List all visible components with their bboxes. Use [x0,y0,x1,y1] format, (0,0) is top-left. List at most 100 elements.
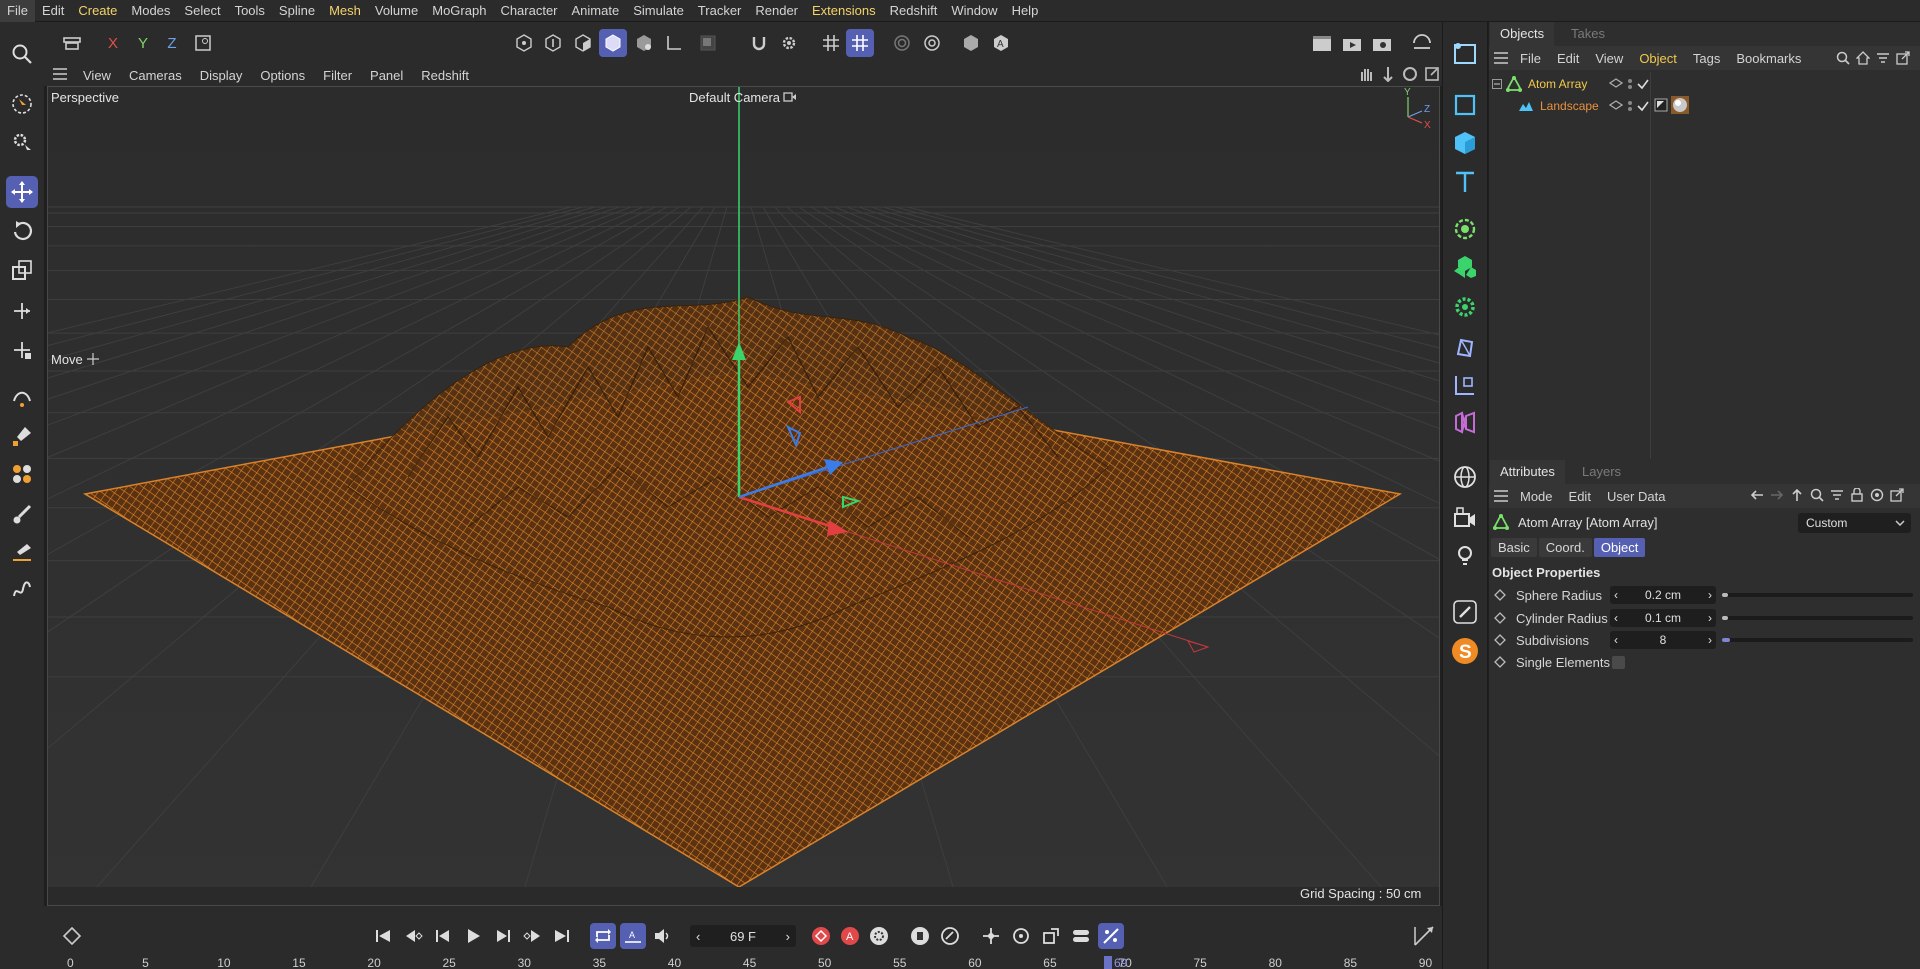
attributes-menu-user-data[interactable]: User Data [1599,489,1674,504]
attributes-menu-mode[interactable]: Mode [1512,489,1561,504]
filter-icon[interactable] [1876,51,1890,65]
render-settings-button[interactable] [918,29,946,57]
keyframe-diamond-icon[interactable] [1494,589,1506,601]
cube-create-button[interactable] [1448,88,1482,122]
visibility-dots-icon[interactable] [1626,77,1634,91]
snap-magnet-button[interactable] [745,29,773,57]
edges-mode-button[interactable] [539,29,567,57]
tab-attributes[interactable]: Attributes [1490,460,1565,484]
preview-range-button[interactable]: A [620,923,646,949]
menu-create[interactable]: Create [71,0,124,22]
render-view-button[interactable] [1308,29,1336,57]
new-panel-icon[interactable] [1896,51,1910,65]
maximize-viewport-icon[interactable] [1424,66,1440,82]
move-tool[interactable] [6,176,38,208]
cloner-tool[interactable] [6,458,38,490]
key-move-button[interactable] [978,923,1004,949]
current-frame-field[interactable]: ‹ 69 F › [690,925,796,947]
subtab-basic[interactable]: Basic [1491,538,1537,557]
phong-tag-icon[interactable] [1654,98,1668,112]
grid-button[interactable] [817,29,845,57]
viewport-menu-panel[interactable]: Panel [361,68,412,83]
search-icon[interactable] [1836,51,1850,65]
axis-mode-button[interactable] [660,29,688,57]
key-pla-button[interactable] [1098,923,1124,949]
hamburger-menu-icon[interactable] [44,67,74,83]
viewport-camera-label[interactable]: Default Camera [689,90,780,105]
subdivisions-field[interactable]: ‹ 8 › [1610,631,1716,649]
menu-mograph[interactable]: MoGraph [425,0,493,22]
preset-dropdown[interactable]: Custom [1798,513,1911,533]
material-manager-button[interactable] [957,29,985,57]
objects-menu-view[interactable]: View [1587,51,1631,66]
menu-animate[interactable]: Animate [565,0,627,22]
workplane-grid-button[interactable] [846,29,874,57]
subtab-object[interactable]: Object [1593,538,1646,557]
object-name-atom-array[interactable]: Atom Array [1528,77,1587,91]
model-mode-button[interactable] [599,29,627,57]
lock-icon[interactable] [1850,488,1864,502]
enabled-check-icon[interactable] [1637,77,1649,91]
objects-menu-bookmarks[interactable]: Bookmarks [1728,51,1809,66]
light-create-button[interactable] [1448,538,1482,572]
single-elements-checkbox[interactable] [1612,656,1625,669]
objects-menu-file[interactable]: File [1512,51,1549,66]
menu-tools[interactable]: Tools [228,0,272,22]
sculpt-button[interactable] [1448,595,1482,629]
texture-mode-button[interactable] [630,29,658,57]
deformer-button[interactable] [1448,330,1482,364]
keyframe-diamond-icon[interactable] [62,926,82,946]
keyframe-diamond-icon[interactable] [1494,634,1506,646]
menu-file[interactable]: File [0,0,35,22]
axis-y-lock-button[interactable]: Y [129,29,157,57]
search-commands-button[interactable] [6,38,38,70]
coordinate-system-button[interactable] [189,29,217,57]
sphere-radius-field[interactable]: ‹ 0.2 cm › [1610,586,1716,604]
plugin-s-button[interactable]: S [1448,634,1482,668]
frame-increment-icon[interactable]: › [786,929,790,944]
home-icon[interactable] [1856,51,1870,65]
go-to-start-button[interactable] [370,923,396,949]
text-create-button[interactable] [1448,165,1482,199]
primitive-cube-button[interactable] [1448,126,1482,160]
target-icon[interactable] [1870,488,1884,502]
back-arrow-icon[interactable] [1750,488,1764,502]
layer-icon[interactable] [1609,99,1623,113]
key-rotate-button[interactable] [1008,923,1034,949]
menu-mesh[interactable]: Mesh [322,0,368,22]
pen-tool[interactable] [6,420,38,452]
polygons-mode-button[interactable] [569,29,597,57]
axis-x-lock-button[interactable]: X [99,29,127,57]
menu-redshift[interactable]: Redshift [883,0,945,22]
next-key-button[interactable] [519,923,545,949]
environment-button[interactable] [1448,460,1482,494]
undo-view-button[interactable] [58,29,86,57]
menu-volume[interactable]: Volume [368,0,425,22]
visibility-dots-icon[interactable] [1626,99,1634,113]
field-button[interactable] [1448,368,1482,402]
viewport-projection-label[interactable]: Perspective [51,90,119,105]
material-tag-icon[interactable] [1671,96,1689,114]
menu-help[interactable]: Help [1005,0,1046,22]
key-rotation-button[interactable] [937,923,963,949]
filter-icon[interactable] [1830,488,1844,502]
go-to-end-button[interactable] [549,923,575,949]
key-scale-button[interactable] [1038,923,1064,949]
tab-layers[interactable]: Layers [1572,460,1631,484]
mograph-cloner-button[interactable] [1448,250,1482,284]
menu-tracker[interactable]: Tracker [691,0,749,22]
tab-takes[interactable]: Takes [1561,22,1615,46]
viewport-menu-options[interactable]: Options [251,68,314,83]
viewport-menu-view[interactable]: View [74,68,120,83]
effector-button[interactable] [1448,290,1482,324]
solo-button[interactable] [694,29,722,57]
key-parameter-button[interactable] [1068,923,1094,949]
menu-edit[interactable]: Edit [35,0,71,22]
playhead[interactable] [1104,956,1112,969]
scale-transform-tool[interactable] [6,334,38,366]
objects-menu-edit[interactable]: Edit [1549,51,1587,66]
auto-button[interactable]: A [987,29,1015,57]
menu-select[interactable]: Select [177,0,227,22]
cylinder-radius-field[interactable]: ‹ 0.1 cm › [1610,609,1716,627]
viewport-menu-cameras[interactable]: Cameras [120,68,191,83]
